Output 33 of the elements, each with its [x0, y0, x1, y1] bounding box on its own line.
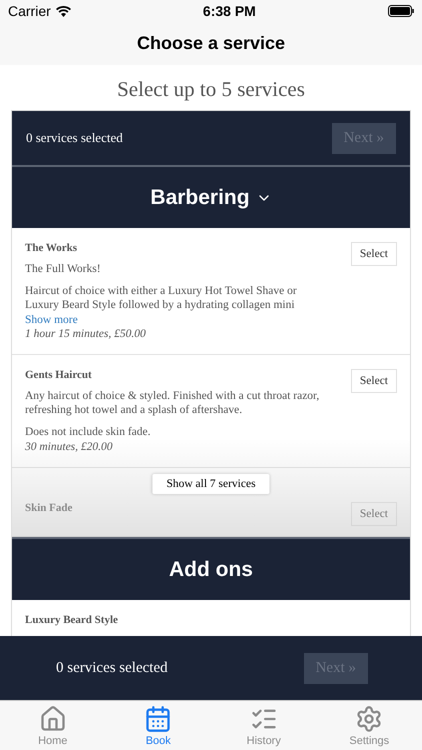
carrier-label: Carrier [8, 3, 51, 19]
home-icon [38, 704, 67, 732]
page-heading: Select up to 5 services [116, 76, 306, 103]
service-description: Haircut of choice with either a Luxury Hot Towel Shave or Luxury Beard Style followed by a hydrating collagen mini [25, 284, 298, 312]
select-button[interactable]: Select [350, 369, 397, 393]
service-name: Gents Haircut [25, 369, 93, 381]
clock: 6:38 PM [202, 3, 256, 19]
selected-count: 0 services selected [26, 130, 123, 146]
service-description: Does not include skin fade. [25, 425, 152, 439]
category-title: Barbering [150, 186, 250, 210]
calendar-icon [144, 704, 172, 732]
select-button[interactable]: Select [350, 242, 397, 266]
select-button[interactable]: Select [350, 502, 397, 526]
duration-price: 30 minutes, £20.00 [25, 441, 114, 453]
service-description: Any haircut of choice & styled. Finished with a cut throat razor, refreshing hot towel and a splash of aftershave. [25, 389, 320, 417]
screen-title: Choose a service [136, 33, 286, 54]
service-name: The Works [25, 242, 78, 254]
tab[interactable]: History [211, 701, 316, 750]
service-name: Skin Fade [25, 502, 74, 514]
show-more-link[interactable]: Show more [25, 314, 330, 326]
service-name: Luxury Beard Style [25, 614, 119, 626]
show-all-button[interactable]: Show all 7 services [152, 474, 270, 494]
service-description: The Full Works! [25, 262, 102, 276]
wifi-icon [56, 6, 71, 16]
category-title: Add ons [169, 558, 253, 582]
selected-count: 0 services selected [56, 660, 168, 676]
tab[interactable]: Settings [316, 701, 422, 750]
tab[interactable]: Home [0, 701, 106, 750]
settings-icon [355, 704, 384, 732]
category-header[interactable]: Barbering [12, 165, 410, 228]
battery-icon [388, 5, 414, 17]
tab[interactable]: Book [106, 701, 211, 750]
duration-price: 1 hour 15 minutes, £50.00 [25, 328, 147, 340]
